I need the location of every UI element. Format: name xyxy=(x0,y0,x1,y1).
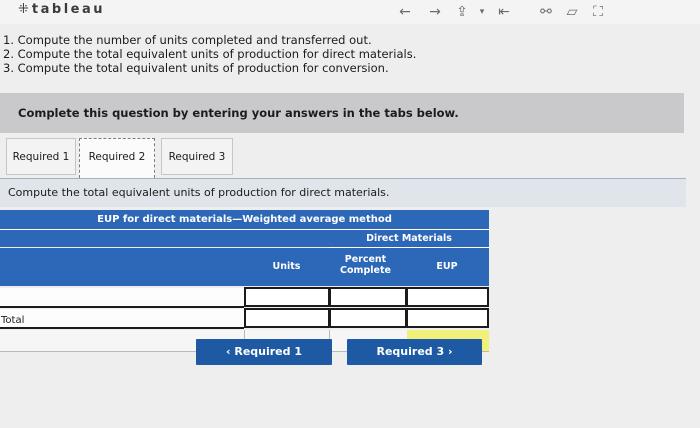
instructions-banner: Complete this question by entering your … xyxy=(0,93,684,133)
next-required-button[interactable]: Required 3 › xyxy=(347,339,482,365)
back-arrow-icon[interactable]: ← xyxy=(395,3,415,21)
units-input[interactable] xyxy=(244,308,330,328)
share-icon[interactable]: ⇪ xyxy=(452,3,472,21)
fullscreen-icon[interactable]: ⛶ xyxy=(588,3,608,21)
column-header-row: Units Percent Complete EUP xyxy=(0,248,489,286)
row-divider xyxy=(0,327,244,329)
prev-required-button[interactable]: ‹ Required 1 xyxy=(196,339,332,365)
instruction-item: 2. Compute the total equivalent units of… xyxy=(3,47,417,61)
tab-required-1[interactable]: Required 1 xyxy=(6,138,76,175)
tab-required-2[interactable]: Required 2 xyxy=(79,138,155,178)
units-input[interactable] xyxy=(244,287,330,307)
table-row xyxy=(0,287,489,307)
collaborate-icon[interactable]: ⚯ xyxy=(536,3,556,21)
tableau-mark-icon: ⁜ xyxy=(18,2,29,17)
table-title: EUP for direct materials—Weighted averag… xyxy=(0,210,489,229)
instructions-list: 1. Compute the number of units completed… xyxy=(3,33,416,75)
brand-name: tableau xyxy=(31,2,105,17)
eup-input[interactable] xyxy=(406,308,489,328)
table-row xyxy=(0,308,489,328)
tableau-logo: ⁜ tableau xyxy=(18,2,105,18)
percent-complete-input[interactable] xyxy=(329,308,407,328)
row-divider xyxy=(0,306,244,308)
task-description: Compute the total equivalent units of pr… xyxy=(0,178,686,207)
banner-text: Complete this question by entering your … xyxy=(18,106,459,120)
collapse-icon[interactable]: ⇤ xyxy=(494,3,514,21)
percent-complete-input[interactable] xyxy=(329,287,407,307)
eup-input[interactable] xyxy=(406,287,489,307)
group-header-row: Direct Materials xyxy=(0,230,489,247)
app-toolbar: ⁜ tableau ← → ⇪ ▾ ⇤ ⚯ ▱ ⛶ xyxy=(0,0,700,24)
forward-arrow-icon[interactable]: → xyxy=(425,3,445,21)
instruction-item: 1. Compute the number of units completed… xyxy=(3,33,372,47)
dropdown-icon[interactable]: ▾ xyxy=(472,3,492,21)
column-header-units: Units xyxy=(272,261,301,272)
task-text: Compute the total equivalent units of pr… xyxy=(8,186,390,199)
total-label: Total xyxy=(1,315,25,326)
column-header-percent-complete: Percent Complete xyxy=(340,254,391,276)
column-header-eup: EUP xyxy=(436,261,458,272)
instruction-item: 3. Compute the total equivalent units of… xyxy=(3,61,389,75)
tab-required-3[interactable]: Required 3 xyxy=(161,138,233,175)
comment-icon[interactable]: ▱ xyxy=(562,3,582,21)
group-header-direct-materials: Direct Materials xyxy=(366,233,452,244)
